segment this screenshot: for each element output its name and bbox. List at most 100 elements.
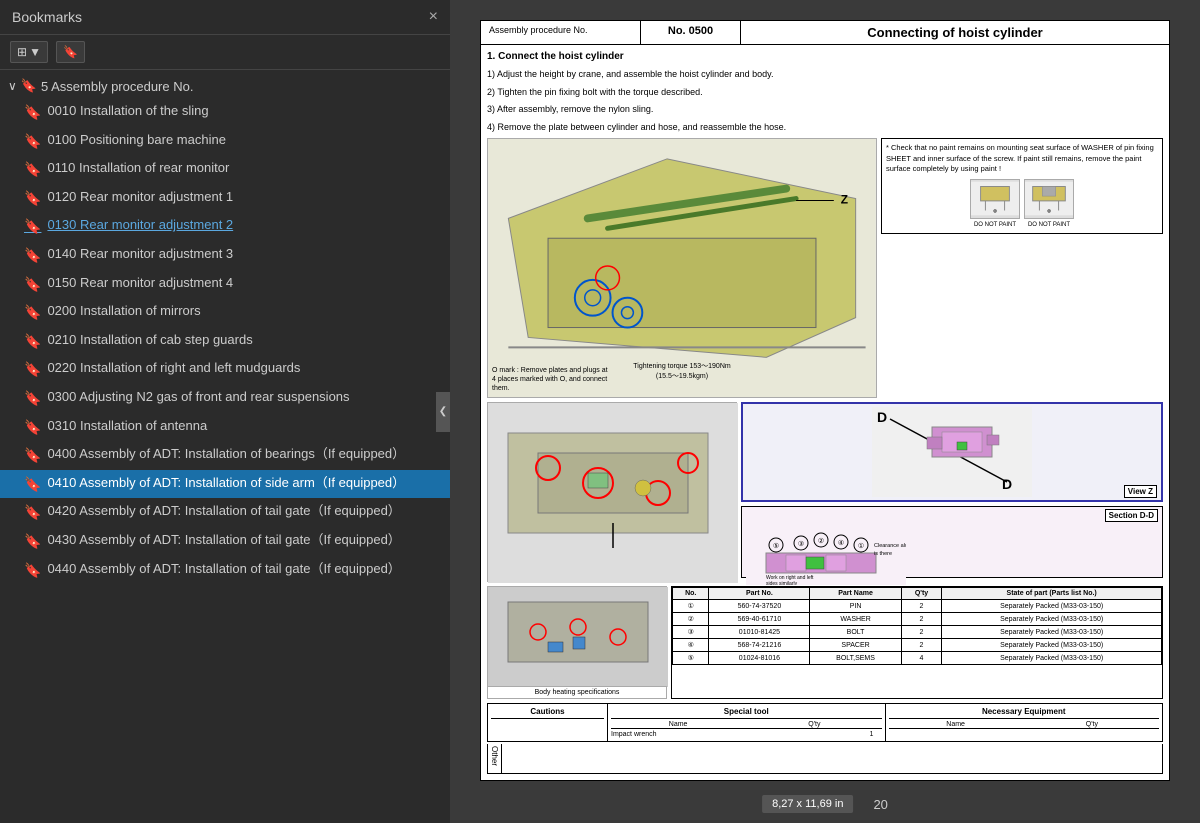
- doc-section-d: D D View Z: [741, 402, 1163, 582]
- svg-text:①: ①: [858, 542, 864, 550]
- cell-partno: 560-74-37520: [709, 600, 810, 613]
- cell-state: Separately Packed (M33-03-150): [942, 600, 1162, 613]
- bookmark-icon: 🔖: [24, 532, 41, 552]
- bookmark-label: 0140 Rear monitor adjustment 3: [47, 245, 442, 263]
- torque-text: Tightening torque 153～190Nm(15.5～19.5kgm…: [633, 361, 730, 381]
- cautions-col: Cautions: [488, 704, 608, 741]
- name-subheader2: Name: [889, 721, 1023, 728]
- proc-label: Assembly procedure No.: [481, 21, 641, 44]
- parts-table: No. Part No. Part Name Q'ty State of par…: [672, 587, 1162, 665]
- proc-title: Connecting of hoist cylinder: [741, 21, 1169, 44]
- list-item[interactable]: 🔖 0110 Installation of rear monitor: [0, 155, 450, 184]
- view-options-button[interactable]: ⊞ ▼: [10, 41, 48, 63]
- list-item[interactable]: 🔖 0310 Installation of antenna: [0, 413, 450, 442]
- bookmark-icon: 🔖: [24, 561, 41, 581]
- bookmarks-title: Bookmarks: [12, 9, 82, 25]
- bookmark-icon: 🔖: [24, 217, 41, 237]
- cell-partname: WASHER: [810, 613, 901, 626]
- list-item[interactable]: 🔖 0200 Installation of mirrors: [0, 298, 450, 327]
- svg-text:D: D: [877, 409, 887, 425]
- list-item[interactable]: 🔖 0220 Installation of right and left mu…: [0, 355, 450, 384]
- bookmark-icon: 🔖: [24, 246, 41, 266]
- qty-subheader: Q'ty: [747, 721, 881, 728]
- list-item[interactable]: 🔖 0430 Assembly of ADT: Installation of …: [0, 527, 450, 556]
- section-dd-box: Section D-D ⑤ ③ ② ④ ①: [741, 506, 1163, 578]
- doc-header: Assembly procedure No. No. 0500 Connecti…: [480, 20, 1170, 44]
- list-item-active[interactable]: 🔖 0410 Assembly of ADT: Installation of …: [0, 470, 450, 499]
- cell-no: ④: [673, 639, 709, 652]
- special-tool-col: Special tool Name Q'ty Impact wrench 1: [608, 704, 886, 741]
- bookmark-add-button[interactable]: 🔖: [56, 41, 85, 63]
- list-item[interactable]: 🔖 0440 Assembly of ADT: Installation of …: [0, 556, 450, 585]
- col-no: No.: [673, 588, 709, 600]
- do-not-paint-image-1: ⊗: [970, 179, 1020, 219]
- list-item-linked[interactable]: 🔖 0130 Rear monitor adjustment 2: [0, 212, 450, 241]
- list-item[interactable]: 🔖 0210 Installation of cab step guards: [0, 327, 450, 356]
- bookmark-icon: 🔖: [24, 360, 41, 380]
- bookmark-icon: 🔖: [24, 446, 41, 466]
- cell-partno: 569-40-61710: [709, 613, 810, 626]
- doc-side-panel: * Check that no paint remains on mountin…: [881, 138, 1163, 398]
- machine-svg: Z: [488, 139, 876, 397]
- bookmark-icon: 🔖: [24, 103, 41, 123]
- svg-text:sides similarly: sides similarly: [766, 581, 798, 585]
- necessary-eq-header: Necessary Equipment: [889, 707, 1160, 719]
- parts-table-container: No. Part No. Part Name Q'ty State of par…: [671, 586, 1163, 699]
- list-item[interactable]: 🔖 0100 Positioning bare machine: [0, 127, 450, 156]
- list-item[interactable]: 🔖 0140 Rear monitor adjustment 3: [0, 241, 450, 270]
- col-partno: Part No.: [709, 588, 810, 600]
- bookmark-icon: 🔖: [24, 275, 41, 295]
- close-button[interactable]: ×: [429, 8, 438, 26]
- collapse-panel-button[interactable]: ❮: [436, 392, 450, 432]
- note-box: * Check that no paint remains on mountin…: [881, 138, 1163, 234]
- bookmarks-header: Bookmarks ×: [0, 0, 450, 35]
- status-bar: 8,27 x 11,69 in 20: [762, 795, 888, 813]
- cell-qty: 4: [901, 652, 942, 665]
- svg-text:Z: Z: [841, 193, 848, 207]
- svg-text:⊗: ⊗: [993, 208, 997, 214]
- bookmark-label: 0150 Rear monitor adjustment 4: [47, 274, 442, 292]
- document-viewer[interactable]: Assembly procedure No. No. 0500 Connecti…: [450, 0, 1200, 823]
- cell-no: ①: [673, 600, 709, 613]
- section-title: 1. Connect the hoist cylinder: [487, 51, 1163, 62]
- cell-no: ③: [673, 626, 709, 639]
- bottom-image-container: Body heating specifications: [487, 586, 667, 699]
- root-label: 5 Assembly procedure No.: [41, 79, 193, 94]
- special-tool-header: Special tool: [611, 707, 882, 719]
- bookmark-label: 0430 Assembly of ADT: Installation of ta…: [47, 531, 442, 549]
- doc-detail-area: D D View Z: [487, 402, 1163, 582]
- bookmark-label: 0200 Installation of mirrors: [47, 302, 442, 320]
- doc-content: 1. Connect the hoist cylinder 1) Adjust …: [480, 44, 1170, 781]
- bookmark-icon: 🔖: [24, 332, 41, 352]
- cautions-header: Cautions: [491, 707, 604, 719]
- impact-wrench-qty: 1: [862, 731, 882, 738]
- bookmark-label: 0310 Installation of antenna: [47, 417, 442, 435]
- svg-text:⑤: ⑤: [773, 542, 779, 550]
- list-item[interactable]: 🔖 0120 Rear monitor adjustment 1: [0, 184, 450, 213]
- bookmark-label: 0010 Installation of the sling: [47, 102, 442, 120]
- cell-state: Separately Packed (M33-03-150): [942, 639, 1162, 652]
- note-text: * Check that no paint remains on mountin…: [886, 143, 1158, 175]
- do-not-paint-label-1: DO NOT PAINT: [974, 221, 1016, 229]
- list-item[interactable]: 🔖 0420 Assembly of ADT: Installation of …: [0, 498, 450, 527]
- other-label: Other: [488, 744, 502, 773]
- list-item[interactable]: 🔖 0400 Assembly of ADT: Installation of …: [0, 441, 450, 470]
- bookmark-label: 0120 Rear monitor adjustment 1: [47, 188, 442, 206]
- cell-state: Separately Packed (M33-03-150): [942, 626, 1162, 639]
- svg-text:D: D: [1002, 476, 1012, 492]
- table-row: ② 569-40-61710 WASHER 2 Separately Packe…: [673, 613, 1162, 626]
- body-heating-label: Body heating specifications: [487, 686, 667, 699]
- special-tool-row: Impact wrench 1: [611, 731, 882, 738]
- list-item[interactable]: 🔖 0150 Rear monitor adjustment 4: [0, 270, 450, 299]
- bookmark-label: 0130 Rear monitor adjustment 2: [47, 216, 442, 234]
- svg-text:③: ③: [798, 540, 804, 548]
- impact-wrench-label: Impact wrench: [611, 731, 860, 738]
- bookmark-label: 0110 Installation of rear monitor: [47, 159, 442, 177]
- o-mark-text: O mark : Remove plates and plugs at4 pla…: [492, 366, 608, 393]
- tree-root[interactable]: ∨ 🔖 5 Assembly procedure No.: [0, 74, 450, 98]
- list-item[interactable]: 🔖 0300 Adjusting N2 gas of front and rea…: [0, 384, 450, 413]
- col-partname: Part Name: [810, 588, 901, 600]
- bookmark-list[interactable]: ∨ 🔖 5 Assembly procedure No. 🔖 0010 Inst…: [0, 70, 450, 823]
- list-item[interactable]: 🔖 0010 Installation of the sling: [0, 98, 450, 127]
- page-size-badge: 8,27 x 11,69 in: [762, 795, 853, 813]
